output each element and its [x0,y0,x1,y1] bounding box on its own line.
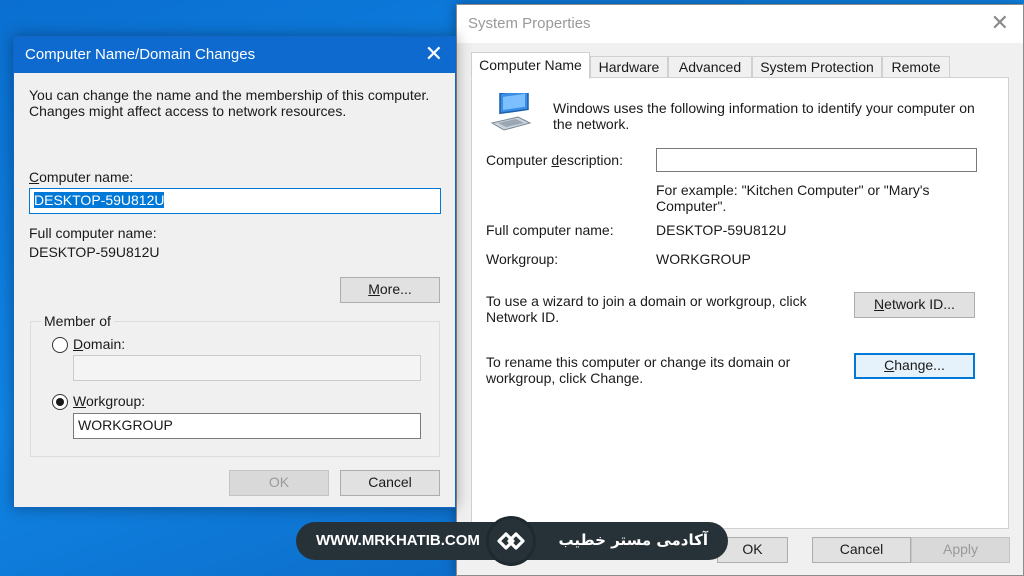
computer-description-input[interactable] [656,148,977,172]
computer-description-label: Computer description: [486,152,623,168]
info-text: Windows uses the following information t… [553,100,975,132]
close-icon[interactable]: ✕ [425,42,443,66]
cancel-button[interactable]: Cancel [340,470,440,496]
brand-url: WWW.MRKHATIB.COM [316,532,480,549]
dialog-title: Computer Name/Domain Changes [25,46,256,63]
full-computer-name-label: Full computer name: [29,225,157,241]
tab-remote[interactable]: Remote [882,56,950,78]
example-text: For example: "Kitchen Computer" or "Mary… [656,182,930,214]
domain-label: Domain: [73,336,126,352]
change-button[interactable]: Change... [854,353,975,379]
network-id-button[interactable]: Network ID... [854,292,975,318]
computer-icon [490,93,532,131]
intro-text: You can change the name and the membersh… [29,87,430,119]
system-properties-window: System Properties ✕ Computer Name Hardwa… [456,4,1024,576]
apply-button[interactable]: Apply [911,537,1010,563]
member-of-group: Member of Domain: Workgroup: WORKGROUP [30,313,440,457]
dialog-titlebar[interactable]: Computer Name/Domain Changes ✕ [14,37,455,73]
workgroup-label: Workgroup: [486,251,559,267]
more-button[interactable]: More... [340,277,440,303]
computer-name-dialog: Computer Name/Domain Changes ✕ You can c… [13,36,456,508]
tab-hardware[interactable]: Hardware [590,56,668,78]
cancel-button[interactable]: Cancel [812,537,911,563]
tab-system-protection[interactable]: System Protection [752,56,882,78]
tab-advanced[interactable]: Advanced [668,56,752,78]
domain-radio[interactable] [52,337,68,353]
brand-logo-icon [486,516,536,566]
rename-text: To rename this computer or change its do… [486,354,791,386]
ok-button[interactable]: OK [229,470,329,496]
brand-name: آکادمی مستر خطیب [558,531,708,549]
computer-name-input[interactable]: DESKTOP-59U812U [29,188,441,214]
computer-name-panel: Windows uses the following information t… [471,77,1009,529]
tab-computer-name[interactable]: Computer Name [471,52,590,79]
workgroup-label: Workgroup: [73,393,146,409]
window-title: System Properties [468,15,591,32]
member-of-label: Member of [41,313,114,329]
computer-name-label: Computer name: [29,169,134,185]
full-computer-name-value: DESKTOP-59U812U [29,244,160,260]
workgroup-radio[interactable] [52,394,68,410]
workgroup-input[interactable]: WORKGROUP [73,413,421,439]
full-computer-name-label: Full computer name: [486,222,614,238]
wizard-text: To use a wizard to join a domain or work… [486,293,807,325]
close-icon[interactable]: ✕ [991,11,1009,35]
workgroup-value: WORKGROUP [656,251,751,267]
full-computer-name-value: DESKTOP-59U812U [656,222,787,238]
brand-watermark: WWW.MRKHATIB.COM آکادمی مستر خطیب [296,516,728,566]
system-properties-titlebar[interactable]: System Properties ✕ [457,5,1023,43]
domain-input[interactable] [73,355,421,381]
